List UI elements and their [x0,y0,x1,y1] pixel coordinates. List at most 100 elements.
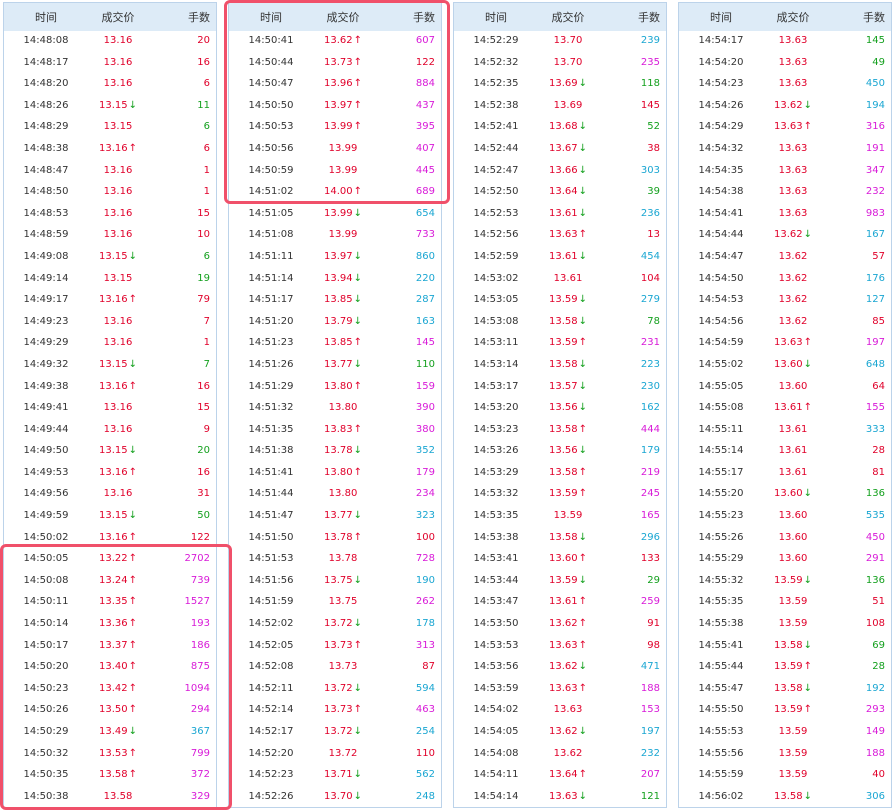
tick-time: 14:53:32 [473,488,519,500]
tick-time: 14:52:41 [473,121,519,133]
tick-time: 14:53:44 [473,574,519,586]
tick-time: 14:50:29 [23,726,69,737]
table-row: 14:53:50 13.62↑ 91 [454,614,666,636]
tick-time: 14:51:14 [248,272,294,284]
tick-volume: 110 [415,358,435,370]
tick-price-value: 14.00 [323,186,353,198]
tick-volume: 165 [640,510,660,522]
tick-volume: 176 [865,272,885,284]
tick-price-value: 13.58 [548,358,578,370]
table-row: 14:51:53 13.78 728 [229,549,441,571]
table-row: 14:55:23 13.60 535 [679,506,891,528]
table-row: 14:54:41 13.63 983 [679,204,891,226]
arrow-down-icon: ↓ [803,682,813,694]
tick-volume: 13 [647,229,660,241]
tick-volume: 16 [197,380,210,392]
table-row: 14:50:47 13.96↑ 884 [229,74,441,96]
tick-price: 13.16 [82,316,154,327]
table-row: 14:53:41 13.60↑ 133 [454,549,666,571]
tick-price: 13.59↓ [757,575,829,586]
tick-volume: 367 [190,726,210,737]
tick-time: 14:54:38 [698,186,744,198]
tick-price: 13.59↓ [532,575,604,586]
tick-time: 14:51:41 [248,466,294,478]
tick-time: 14:48:26 [23,99,69,111]
tick-price: 13.62↓ [757,229,829,240]
arrow-down-icon: ↓ [578,726,588,737]
tick-volume: 407 [415,142,435,154]
tick-time: 14:55:32 [698,574,744,586]
header-price: 成交价 [101,11,135,24]
tick-price-value: 13.80 [323,380,353,392]
tick-price: 13.59 [757,618,829,629]
arrow-down-icon: ↓ [353,207,363,219]
table-row: 14:49:59 13.15↓ 50 [4,506,216,528]
tick-price-value: 13.61 [778,466,808,478]
tick-volume: 390 [415,402,435,414]
table-row: 14:51:44 13.80 234 [229,484,441,506]
arrow-up-icon: ↑ [353,639,363,651]
tick-volume: 136 [865,488,885,500]
table-row: 14:50:20 13.40↑ 875 [4,657,216,679]
tick-price: 14.00↑ [307,186,379,197]
tick-volume: 31 [197,488,210,500]
tick-time: 14:52:44 [473,142,519,154]
tick-time: 14:53:26 [473,445,519,457]
tick-price-value: 13.63 [778,164,808,176]
table-row: 14:53:29 13.58↑ 219 [454,463,666,485]
tick-volume: 875 [190,661,210,673]
tick-price-value: 13.15 [98,510,128,522]
tick-price: 13.60↑ [532,553,604,564]
tick-volume: 197 [640,726,660,737]
tick-time: 14:51:05 [248,207,294,219]
tick-volume: 11 [197,99,210,111]
tick-time: 14:52:08 [248,661,294,673]
arrow-down-icon: ↓ [578,358,588,370]
tick-price-value: 13.73 [323,56,353,68]
table-row: 14:52:20 13.72 110 [229,744,441,766]
tick-volume: 108 [865,618,885,630]
tick-price-value: 13.94 [323,272,353,284]
tick-volume: 194 [865,99,885,111]
arrow-down-icon: ↓ [803,488,813,500]
tick-volume: 15 [197,207,210,219]
tick-price: 13.58↓ [532,359,604,370]
tick-price: 13.58↓ [757,640,829,651]
tick-time: 14:52:35 [473,78,519,90]
table-row: 14:53:56 13.62↓ 471 [454,657,666,679]
tick-price: 13.99 [307,143,379,154]
tick-volume: 133 [640,553,660,565]
table-row: 14:48:29 13.15 6 [4,117,216,139]
arrow-up-icon: ↑ [128,747,138,759]
table-row: 14:54:35 13.63 347 [679,161,891,183]
arrow-up-icon: ↑ [128,704,138,716]
tick-time: 14:52:32 [473,56,519,68]
tick-volume: 316 [865,121,885,133]
tick-price: 13.59 [757,726,829,737]
table-row: 14:53:08 13.58↓ 78 [454,312,666,334]
arrow-up-icon: ↑ [353,380,363,392]
table-row: 14:53:02 13.61 104 [454,269,666,291]
table-row: 14:54:56 13.62 85 [679,312,891,334]
tick-time: 14:51:50 [248,531,294,543]
tick-time: 14:54:41 [698,207,744,219]
table-row: 14:50:32 13.53↑ 799 [4,744,216,766]
tick-price-value: 13.59 [773,704,803,716]
tick-time: 14:49:17 [23,294,69,306]
header-price: 成交价 [551,11,585,24]
tick-price-value: 13.63 [778,186,808,198]
tick-time: 14:51:44 [248,488,294,500]
tick-price-value: 13.99 [328,229,358,241]
tick-price: 13.16↑ [82,381,154,392]
tick-time: 14:50:44 [248,56,294,68]
tick-price-value: 13.63 [548,229,578,241]
tick-price: 13.15↓ [82,445,154,456]
tick-price: 13.16 [82,229,154,240]
arrow-up-icon: ↑ [128,618,138,630]
tick-price-value: 13.61 [773,402,803,414]
tick-time: 14:52:56 [473,229,519,241]
tick-price: 13.15↓ [82,100,154,111]
tick-price: 13.78↑ [307,532,379,543]
arrow-down-icon: ↓ [803,229,813,241]
tick-volume: 333 [865,423,885,435]
